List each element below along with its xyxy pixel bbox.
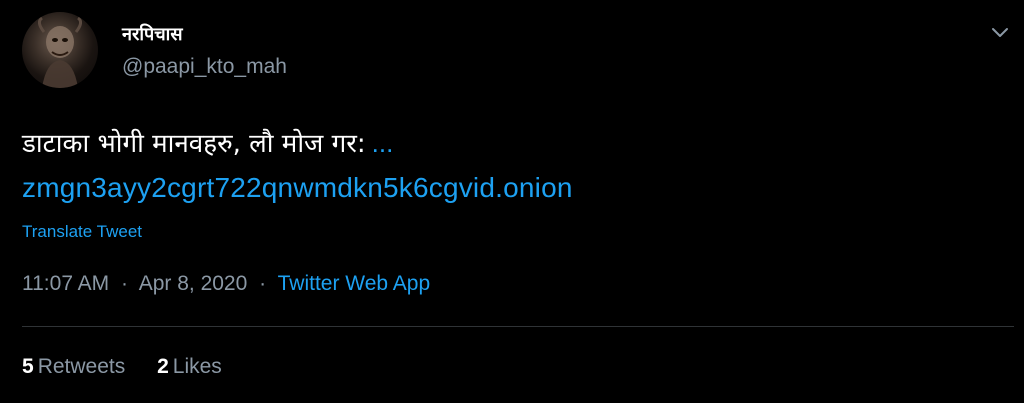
meta-separator: · (121, 272, 129, 295)
likes-label: Likes (172, 355, 222, 378)
tweet-source[interactable]: Twitter Web App (278, 272, 431, 295)
translate-tweet-link[interactable]: Translate Tweet (22, 222, 142, 242)
tweet-text-body: डाटाका भोगी मानवहरु, लौ मोज गर: (22, 129, 366, 159)
tweet-ellipsis: ... (371, 128, 394, 158)
retweets-count: 5 (22, 355, 34, 378)
retweets-stat[interactable]: 5 Retweets (22, 355, 125, 379)
tweet-date[interactable]: Apr 8, 2020 (139, 272, 248, 295)
author-display-name[interactable]: नरपिचास (122, 22, 183, 46)
divider (22, 326, 1014, 327)
retweets-label: Retweets (37, 355, 126, 378)
tweet-link[interactable]: zmgn3ayy2cgrt722qnwmdkn5k6cgvid.onion (22, 172, 573, 204)
avatar[interactable] (22, 12, 98, 88)
tweet-stats: 5 Retweets 2 Likes (22, 355, 248, 379)
likes-count: 2 (157, 355, 169, 378)
author-handle[interactable]: @paapi_kto_mah (122, 55, 287, 79)
tweet-meta: 11:07 AM · Apr 8, 2020 · Twitter Web App (22, 272, 430, 296)
tweet-time[interactable]: 11:07 AM (22, 272, 109, 295)
meta-separator: · (259, 272, 267, 295)
chevron-down-icon[interactable] (988, 24, 1012, 42)
tweet-text: डाटाका भोगी मानवहरु, लौ मोज गर:... (22, 124, 393, 160)
likes-stat[interactable]: 2 Likes (157, 355, 222, 379)
